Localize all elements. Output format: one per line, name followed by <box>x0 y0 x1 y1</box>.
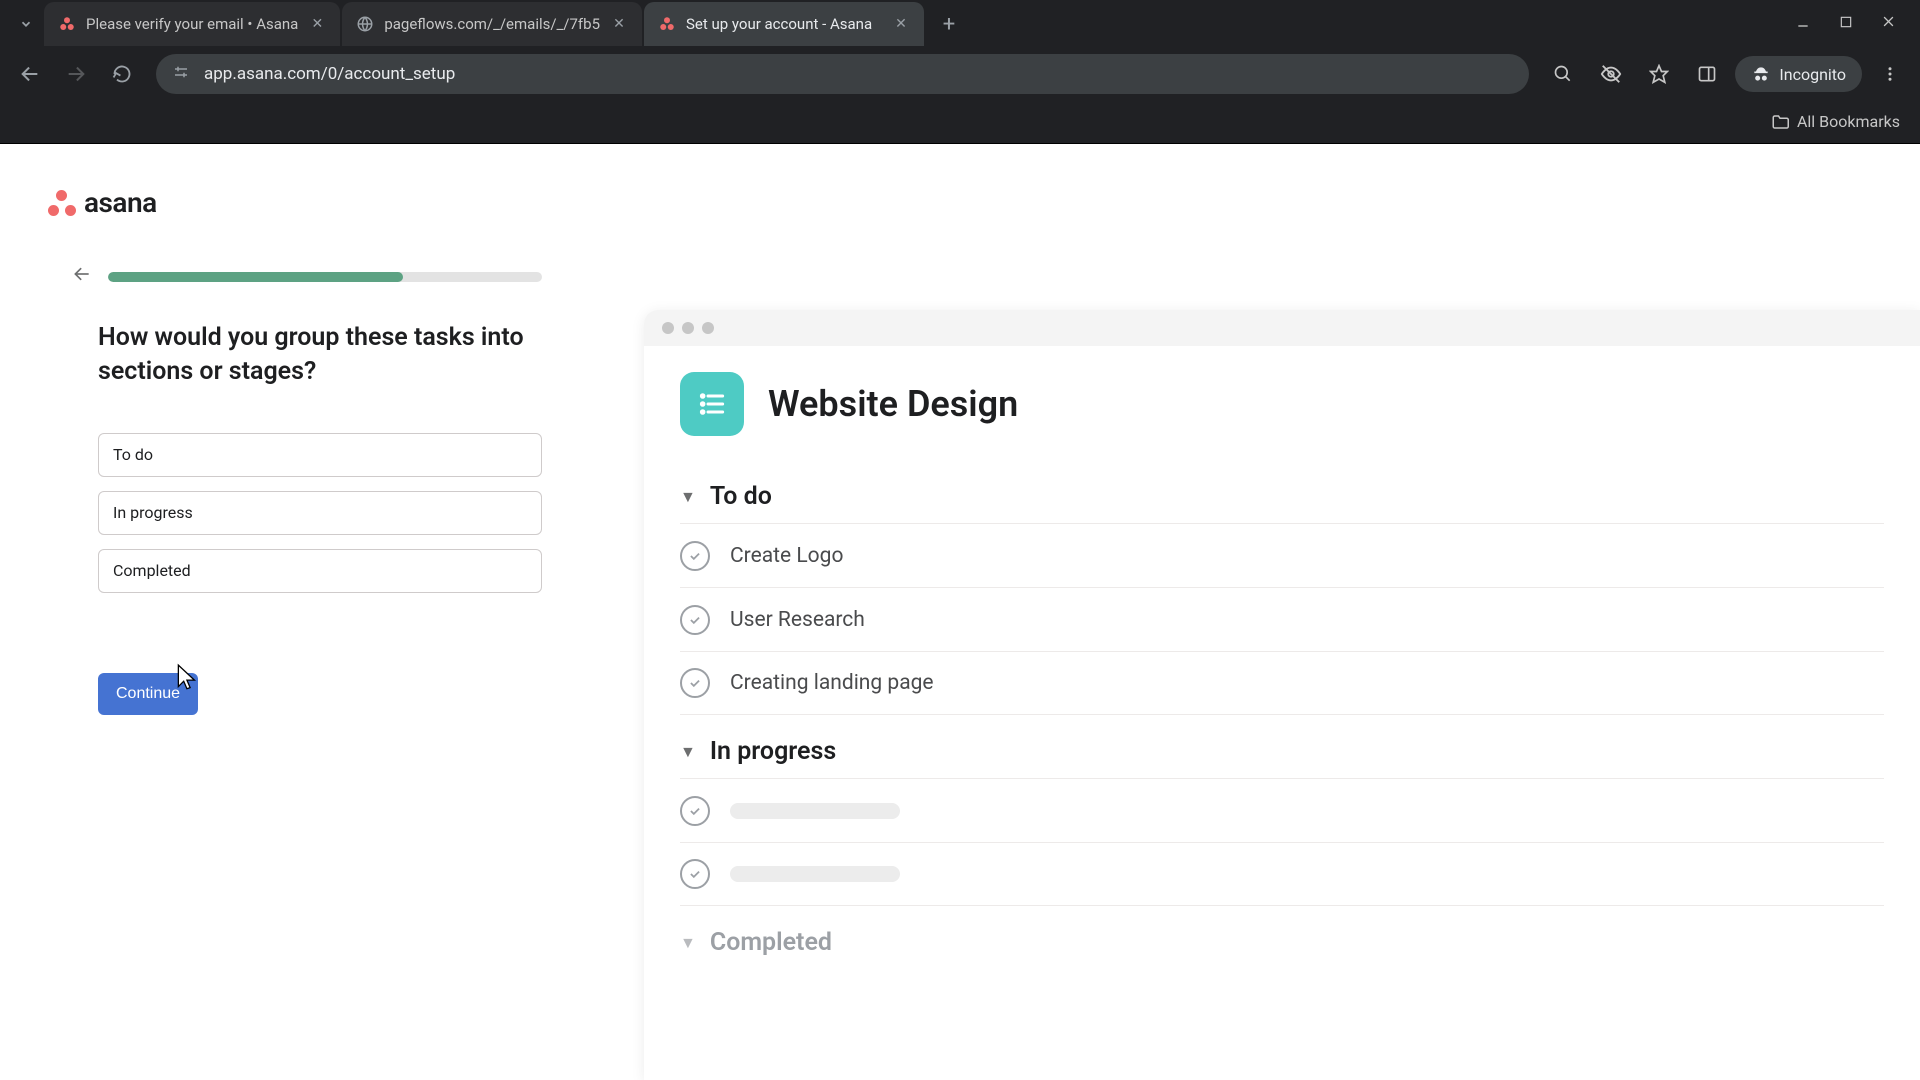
complete-task-icon[interactable] <box>680 859 710 889</box>
tab-title: Please verify your email • Asana <box>86 15 298 33</box>
asana-logo[interactable]: asana <box>48 186 157 219</box>
new-tab-button[interactable]: + <box>932 7 966 41</box>
section-input-1[interactable] <box>98 491 542 535</box>
preview-section: ▼ To do Create Logo User Research Creating l… <box>680 470 1884 715</box>
maximize-button[interactable] <box>1839 14 1853 34</box>
section-header[interactable]: ▼ To do <box>680 470 1884 523</box>
window-controls <box>1795 14 1920 34</box>
task-name: Create Logo <box>730 544 843 568</box>
browser-toolbar: app.asana.com/0/account_setup Incognito <box>0 48 1920 100</box>
project-title: Website Design <box>768 383 1018 425</box>
tab-strip: Please verify your email • Asana ✕ pagef… <box>0 0 1920 48</box>
task-row[interactable] <box>680 842 1884 906</box>
caret-down-icon: ▼ <box>680 742 696 762</box>
section-header[interactable]: ▼ Completed <box>680 916 1884 969</box>
task-placeholder <box>730 803 900 819</box>
close-window-button[interactable] <box>1881 14 1896 34</box>
complete-task-icon[interactable] <box>680 541 710 571</box>
setup-panel: How would you group these tasks into sec… <box>72 264 542 715</box>
tab-title: Set up your account - Asana <box>686 15 882 33</box>
back-arrow-button[interactable] <box>72 264 92 289</box>
incognito-chip[interactable]: Incognito <box>1735 56 1862 92</box>
site-info-icon[interactable] <box>172 63 190 86</box>
url-text: app.asana.com/0/account_setup <box>204 64 1513 84</box>
reload-button[interactable] <box>102 54 142 94</box>
bookmarks-bar: All Bookmarks <box>0 100 1920 144</box>
progress-bar <box>108 272 542 282</box>
back-button[interactable] <box>10 54 50 94</box>
section-name: In progress <box>710 737 836 766</box>
asana-favicon <box>658 15 676 33</box>
zoom-icon[interactable] <box>1543 54 1583 94</box>
forward-button[interactable] <box>56 54 96 94</box>
complete-task-icon[interactable] <box>680 668 710 698</box>
task-row[interactable]: User Research <box>680 587 1884 651</box>
complete-task-icon[interactable] <box>680 796 710 826</box>
close-icon[interactable]: ✕ <box>610 16 628 32</box>
tab-search-dropdown[interactable] <box>8 6 44 42</box>
task-row[interactable] <box>680 778 1884 842</box>
page-content: asana How would you group these tasks in… <box>0 144 1920 1080</box>
preview-section: ▼ In progress <box>680 725 1884 906</box>
incognito-label: Incognito <box>1779 65 1846 84</box>
project-header: Website Design <box>680 372 1884 436</box>
continue-button[interactable]: Continue <box>98 673 198 715</box>
preview-section: ▼ Completed <box>680 916 1884 969</box>
task-name: Creating landing page <box>730 671 934 695</box>
task-name: User Research <box>730 608 865 632</box>
address-bar[interactable]: app.asana.com/0/account_setup <box>156 54 1529 94</box>
close-icon[interactable]: ✕ <box>892 16 910 32</box>
task-placeholder <box>730 866 900 882</box>
globe-favicon <box>356 15 374 33</box>
section-name: To do <box>710 482 772 511</box>
traffic-light-dot <box>662 322 674 334</box>
kebab-menu-icon[interactable] <box>1870 54 1910 94</box>
brand-name: asana <box>84 186 157 219</box>
browser-tab-0[interactable]: Please verify your email • Asana ✕ <box>44 2 340 46</box>
task-row[interactable]: Creating landing page <box>680 651 1884 715</box>
task-row[interactable]: Create Logo <box>680 523 1884 587</box>
preview-window: Website Design ▼ To do Create Logo User Res… <box>644 310 1920 1080</box>
section-inputs-group <box>98 433 542 593</box>
asana-logo-icon <box>48 190 76 216</box>
caret-down-icon: ▼ <box>680 933 696 953</box>
bookmark-star-icon[interactable] <box>1639 54 1679 94</box>
browser-chrome: Please verify your email • Asana ✕ pagef… <box>0 0 1920 144</box>
side-panel-icon[interactable] <box>1687 54 1727 94</box>
minimize-button[interactable] <box>1795 14 1811 34</box>
all-bookmarks-button[interactable]: All Bookmarks <box>1771 112 1900 131</box>
project-list-icon <box>680 372 744 436</box>
setup-question: How would you group these tasks into sec… <box>98 321 542 389</box>
asana-favicon <box>58 15 76 33</box>
close-icon[interactable]: ✕ <box>308 16 326 32</box>
preview-titlebar <box>644 310 1920 346</box>
section-name: Completed <box>710 928 832 957</box>
eye-off-icon[interactable] <box>1591 54 1631 94</box>
complete-task-icon[interactable] <box>680 605 710 635</box>
caret-down-icon: ▼ <box>680 487 696 507</box>
all-bookmarks-label: All Bookmarks <box>1797 112 1900 131</box>
section-header[interactable]: ▼ In progress <box>680 725 1884 778</box>
traffic-light-dot <box>702 322 714 334</box>
browser-tab-1[interactable]: pageflows.com/_/emails/_/7fb5 ✕ <box>342 2 642 46</box>
traffic-light-dot <box>682 322 694 334</box>
progress-fill <box>108 272 403 282</box>
section-input-2[interactable] <box>98 549 542 593</box>
browser-tab-2[interactable]: Set up your account - Asana ✕ <box>644 2 924 46</box>
section-input-0[interactable] <box>98 433 542 477</box>
tab-title: pageflows.com/_/emails/_/7fb5 <box>384 15 600 33</box>
